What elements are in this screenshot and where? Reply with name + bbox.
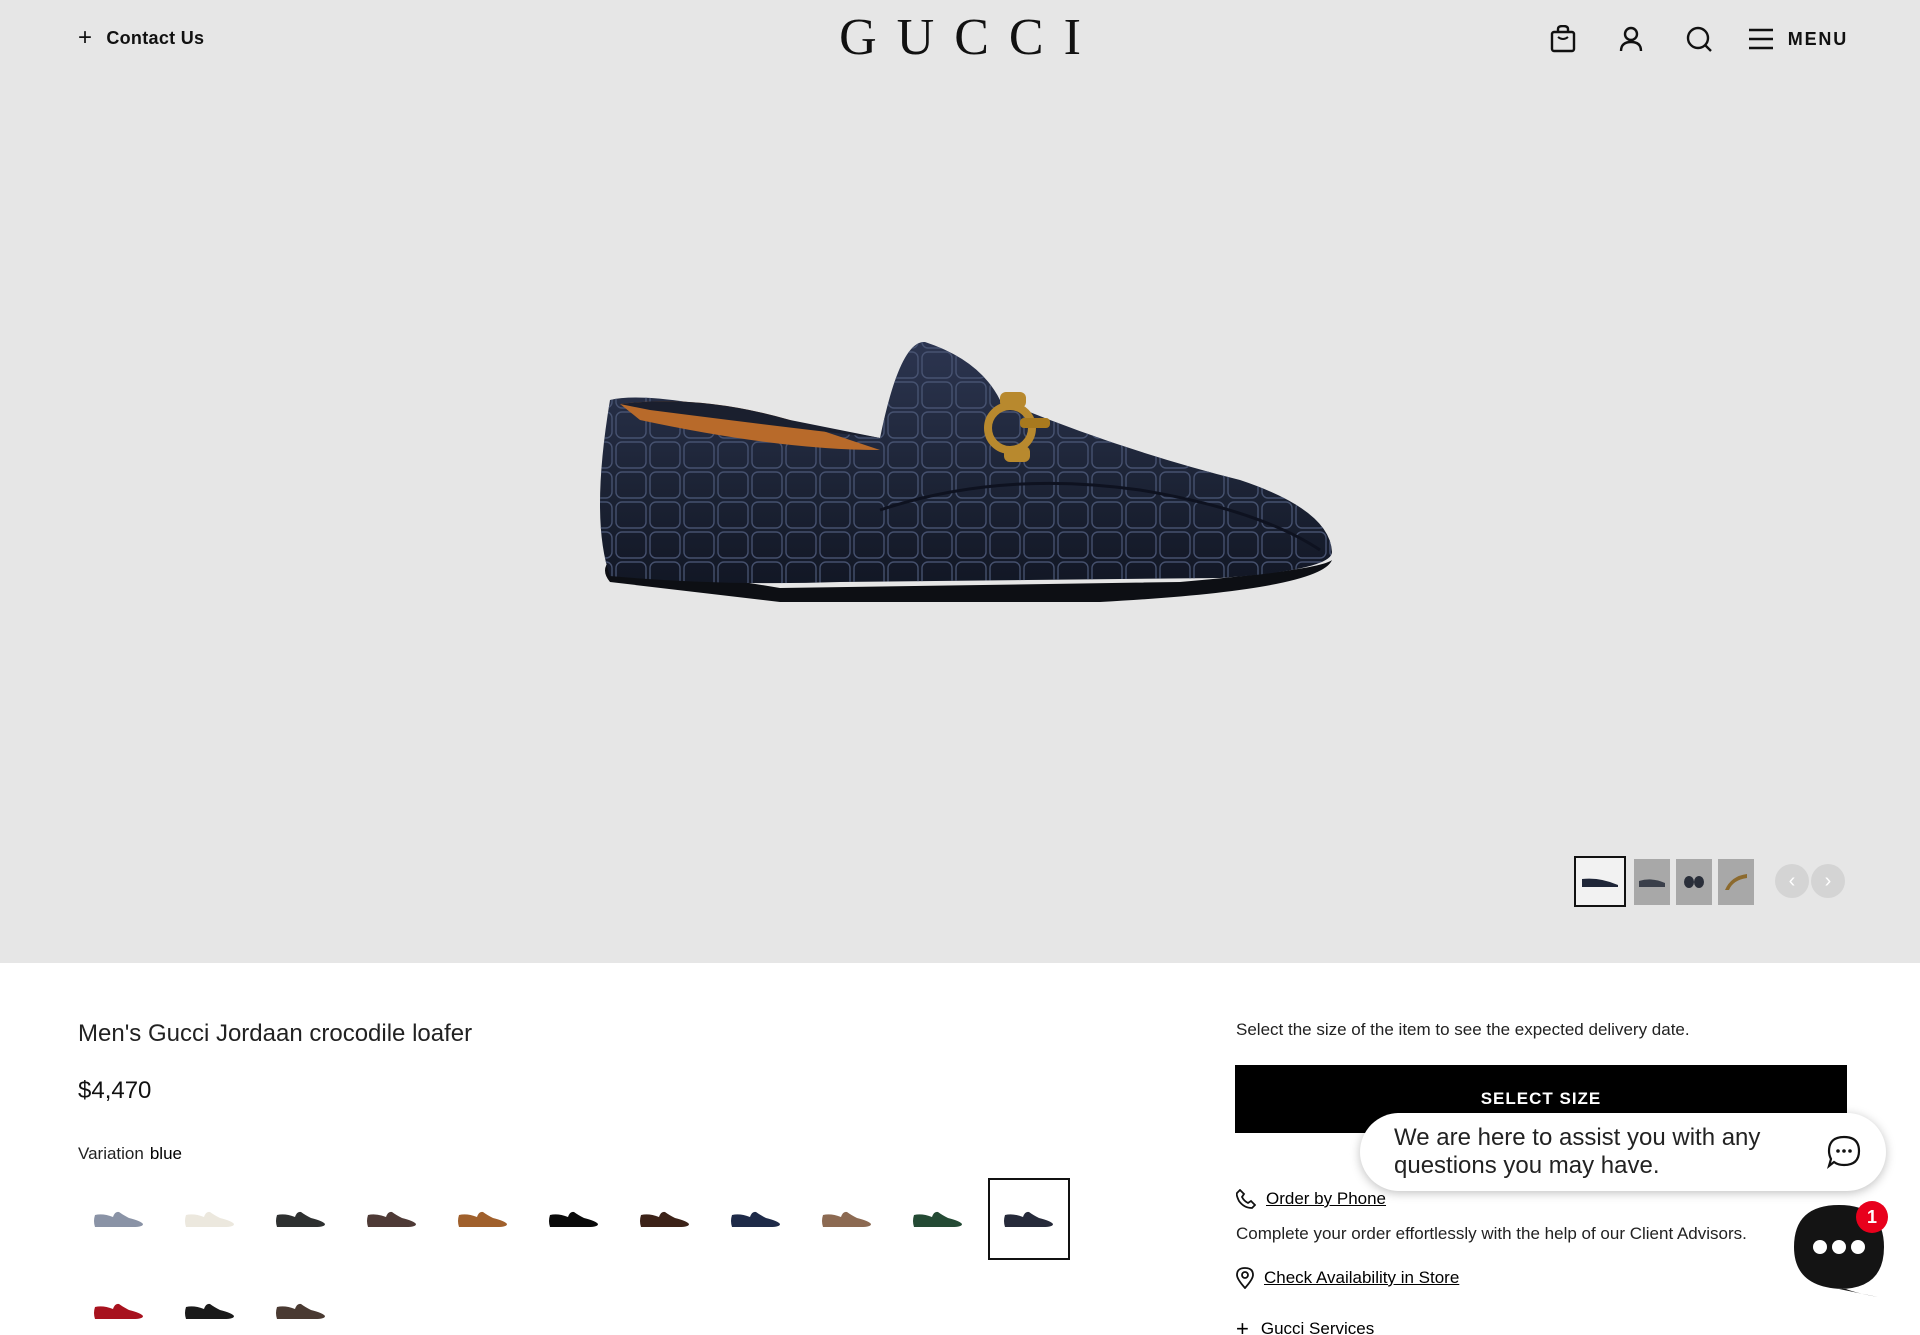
variation-row: Variation blue: [78, 1144, 182, 1164]
loafer-thumbnail: [1004, 1211, 1053, 1227]
product-price: $4,470: [78, 1077, 152, 1104]
thumbnail-3[interactable]: [1676, 858, 1712, 905]
chat-notification-badge: 1: [1856, 1201, 1888, 1233]
color-swatch[interactable]: [897, 1178, 979, 1260]
color-swatch[interactable]: [78, 1178, 160, 1260]
gucci-services-label: Gucci Services: [1260, 1319, 1375, 1335]
loafer-thumbnail: [549, 1211, 598, 1227]
client-advisor-note: Complete your order effortlessly with th…: [1236, 1224, 1747, 1243]
loafer-thumbnail: [185, 1211, 234, 1227]
order-by-phone-link[interactable]: Order by Phone: [1236, 1189, 1386, 1209]
check-availability-link[interactable]: Check Availability in Store: [1236, 1267, 1459, 1289]
variation-label: Variation: [78, 1144, 144, 1163]
product-main-image: [600, 341, 1332, 602]
loafer-thumbnail: [276, 1211, 325, 1227]
color-swatch[interactable]: [351, 1178, 433, 1260]
order-by-phone-label: Order by Phone: [1266, 1189, 1387, 1208]
loafer-thumbnail: [913, 1211, 962, 1227]
chat-prompt-bubble[interactable]: We are here to assist you with any quest…: [1360, 1113, 1886, 1191]
loafer-thumbnail: [822, 1211, 871, 1227]
product-hero-gallery: ‹ ›: [0, 0, 1920, 963]
color-swatch[interactable]: [988, 1178, 1070, 1260]
color-swatch[interactable]: [806, 1178, 888, 1260]
color-swatch[interactable]: [78, 1270, 160, 1335]
color-swatch[interactable]: [624, 1178, 706, 1260]
loafer-thumbnail: [731, 1211, 780, 1227]
product-title: Men's Gucci Jordaan crocodile loafer: [78, 1020, 473, 1047]
thumbnail-4[interactable]: [1718, 858, 1754, 905]
menu-button[interactable]: MENU: [1748, 28, 1848, 50]
loafer-thumbnail: [94, 1211, 143, 1227]
color-swatch[interactable]: [260, 1270, 342, 1335]
thumbnail-1[interactable]: [1574, 856, 1626, 907]
color-swatch-list: [78, 1178, 1078, 1335]
check-availability-label: Check Availability in Store: [1264, 1268, 1460, 1287]
phone-icon: [1236, 1189, 1256, 1209]
location-pin-icon: [1236, 1267, 1254, 1289]
loafer-thumbnail: [458, 1211, 507, 1227]
gallery-arrows: ‹ ›: [1775, 864, 1845, 898]
loafer-thumbnail: [94, 1303, 143, 1319]
site-header: + Contact Us GUCCI MENU: [0, 0, 1920, 80]
hamburger-icon: [1748, 28, 1773, 50]
menu-label: MENU: [1787, 28, 1848, 49]
chat-bubble-icon: [1826, 1135, 1861, 1170]
loafer-thumbnail: [367, 1211, 416, 1227]
chat-prompt-message: We are here to assist you with any quest…: [1394, 1124, 1761, 1179]
color-swatch[interactable]: [260, 1178, 342, 1260]
shopping-bag-icon[interactable]: [1546, 22, 1580, 56]
variation-value: blue: [149, 1144, 182, 1163]
thumbnail-strip: [1574, 856, 1754, 907]
color-swatch[interactable]: [169, 1270, 251, 1335]
delivery-note: Select the size of the item to see the e…: [1236, 1020, 1690, 1039]
loafer-thumbnail: [276, 1303, 325, 1319]
plus-icon: +: [1236, 1316, 1249, 1335]
thumbnail-2[interactable]: [1634, 858, 1670, 905]
header-actions: MENU: [1512, 22, 1848, 56]
previous-image-button[interactable]: ‹: [1775, 864, 1809, 898]
color-swatch[interactable]: [442, 1178, 524, 1260]
color-swatch[interactable]: [533, 1178, 615, 1260]
user-account-icon[interactable]: [1614, 22, 1648, 56]
loafer-thumbnail: [185, 1303, 234, 1319]
search-icon[interactable]: [1682, 22, 1716, 56]
loafer-thumbnail: [640, 1211, 689, 1227]
next-image-button[interactable]: ›: [1811, 864, 1845, 898]
gucci-services-toggle[interactable]: + Gucci Services: [1236, 1318, 1374, 1335]
color-swatch[interactable]: [715, 1178, 797, 1260]
color-swatch[interactable]: [169, 1178, 251, 1260]
